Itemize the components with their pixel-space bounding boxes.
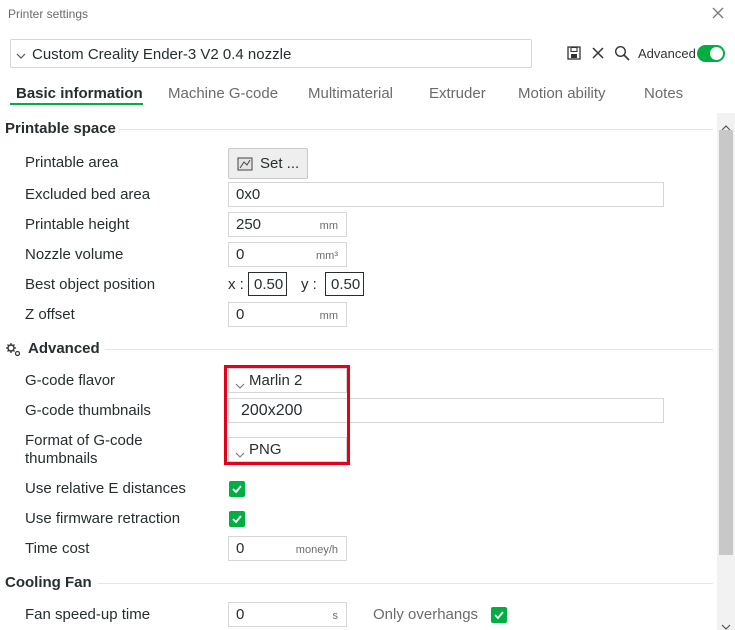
preset-value: Custom Creality Ender-3 V2 0.4 nozzle xyxy=(32,46,292,63)
toggle-knob xyxy=(710,47,723,60)
time-cost-value: 0 xyxy=(236,540,245,557)
scroll-up-icon[interactable] xyxy=(721,118,731,131)
printable-height-input[interactable]: 250 mm xyxy=(228,212,347,237)
printable-area-set-button[interactable]: Set ... xyxy=(228,148,308,179)
thumbnail-format-select[interactable]: PNG xyxy=(228,437,347,462)
scroll-down-icon[interactable] xyxy=(721,618,731,630)
active-tab-indicator xyxy=(10,103,143,105)
x-coord-label: x : xyxy=(228,276,244,293)
thumbnail-format-label-line1: Format of G-code xyxy=(25,432,143,449)
tab-notes[interactable]: Notes xyxy=(644,85,683,102)
firmware-retraction-checkbox[interactable] xyxy=(229,511,245,527)
delete-icon[interactable] xyxy=(590,45,606,61)
search-icon[interactable] xyxy=(614,45,630,61)
gcode-thumbnails-label: G-code thumbnails xyxy=(25,402,151,419)
section-divider xyxy=(118,129,713,130)
excluded-bed-area-value: 0x0 xyxy=(236,186,261,203)
time-cost-label: Time cost xyxy=(25,540,90,557)
vertical-scrollbar[interactable] xyxy=(717,113,735,630)
z-offset-label: Z offset xyxy=(25,306,75,323)
only-overhangs-checkbox[interactable] xyxy=(491,607,507,623)
gcode-flavor-label: G-code flavor xyxy=(25,372,116,389)
section-divider xyxy=(98,583,713,584)
firmware-retraction-label: Use firmware retraction xyxy=(25,510,181,527)
best-position-y-value: 0.50 xyxy=(331,276,361,293)
printable-height-unit: mm xyxy=(319,220,338,232)
gcode-thumbnails-value: 200x200 xyxy=(241,402,303,419)
close-icon[interactable] xyxy=(711,6,725,20)
bed-shape-icon xyxy=(237,157,253,171)
fan-speedup-time-input[interactable]: 0 s xyxy=(228,602,347,627)
best-position-x-value: 0.50 xyxy=(254,276,284,293)
best-position-x-input[interactable]: 0.50 xyxy=(248,272,287,296)
tab-machine-gcode[interactable]: Machine G-code xyxy=(168,85,278,102)
advanced-label: Advanced xyxy=(638,46,696,61)
printer-preset-select[interactable]: Custom Creality Ender-3 V2 0.4 nozzle xyxy=(10,39,532,68)
save-icon[interactable] xyxy=(566,45,582,61)
printable-area-label: Printable area xyxy=(25,154,119,171)
section-printable-space: Printable space xyxy=(5,120,116,137)
only-overhangs-label: Only overhangs xyxy=(373,606,479,623)
best-position-y-input[interactable]: 0.50 xyxy=(325,272,364,296)
scrollbar-thumb[interactable] xyxy=(719,130,733,555)
thumbnail-format-label-line2: thumbnails xyxy=(25,450,98,467)
advanced-toggle[interactable] xyxy=(697,45,725,62)
nozzle-volume-value: 0 xyxy=(236,246,245,263)
window-title: Printer settings xyxy=(8,7,89,21)
thumbnail-format-value: PNG xyxy=(249,441,282,458)
printable-height-value: 250 xyxy=(236,216,262,233)
z-offset-input[interactable]: 0 mm xyxy=(228,302,347,327)
title-bar: Printer settings xyxy=(0,0,735,30)
gcode-thumbnails-input[interactable]: 200x200 xyxy=(228,398,664,423)
tab-bar: Basic information Machine G-code Multima… xyxy=(0,82,735,110)
z-offset-unit: mm xyxy=(319,310,338,322)
gcode-flavor-select[interactable]: Marlin 2 xyxy=(228,368,347,393)
nozzle-volume-label: Nozzle volume xyxy=(25,246,124,263)
time-cost-unit: money/h xyxy=(295,544,338,556)
gcode-flavor-value: Marlin 2 xyxy=(249,372,303,389)
printable-height-label: Printable height xyxy=(25,216,130,233)
fan-speedup-time-unit: s xyxy=(332,610,339,622)
relative-e-checkbox[interactable] xyxy=(229,481,245,497)
gear-icon xyxy=(5,341,22,358)
chevron-down-icon xyxy=(16,48,26,59)
tab-extruder[interactable]: Extruder xyxy=(429,85,486,102)
excluded-bed-area-input[interactable]: 0x0 xyxy=(228,182,664,207)
best-object-position-label: Best object position xyxy=(25,276,156,293)
relative-e-label: Use relative E distances xyxy=(25,480,186,497)
nozzle-volume-input[interactable]: 0 mm³ xyxy=(228,242,347,267)
chevron-down-icon xyxy=(235,446,245,458)
fan-speedup-time-label: Fan speed-up time xyxy=(25,606,151,623)
y-coord-label: y : xyxy=(301,276,317,293)
tab-multimaterial[interactable]: Multimaterial xyxy=(308,85,393,102)
tab-basic-information[interactable]: Basic information xyxy=(16,85,143,102)
chevron-down-icon xyxy=(235,377,245,389)
fan-speedup-time-value: 0 xyxy=(236,606,245,623)
section-advanced: Advanced xyxy=(28,340,100,357)
time-cost-input[interactable]: 0 money/h xyxy=(228,536,347,561)
section-divider xyxy=(105,349,713,350)
z-offset-value: 0 xyxy=(236,306,245,323)
set-button-label: Set ... xyxy=(260,155,300,172)
excluded-bed-area-label: Excluded bed area xyxy=(25,186,151,203)
tab-motion-ability[interactable]: Motion ability xyxy=(518,85,606,102)
section-cooling-fan: Cooling Fan xyxy=(5,574,92,591)
nozzle-volume-unit: mm³ xyxy=(316,250,338,262)
